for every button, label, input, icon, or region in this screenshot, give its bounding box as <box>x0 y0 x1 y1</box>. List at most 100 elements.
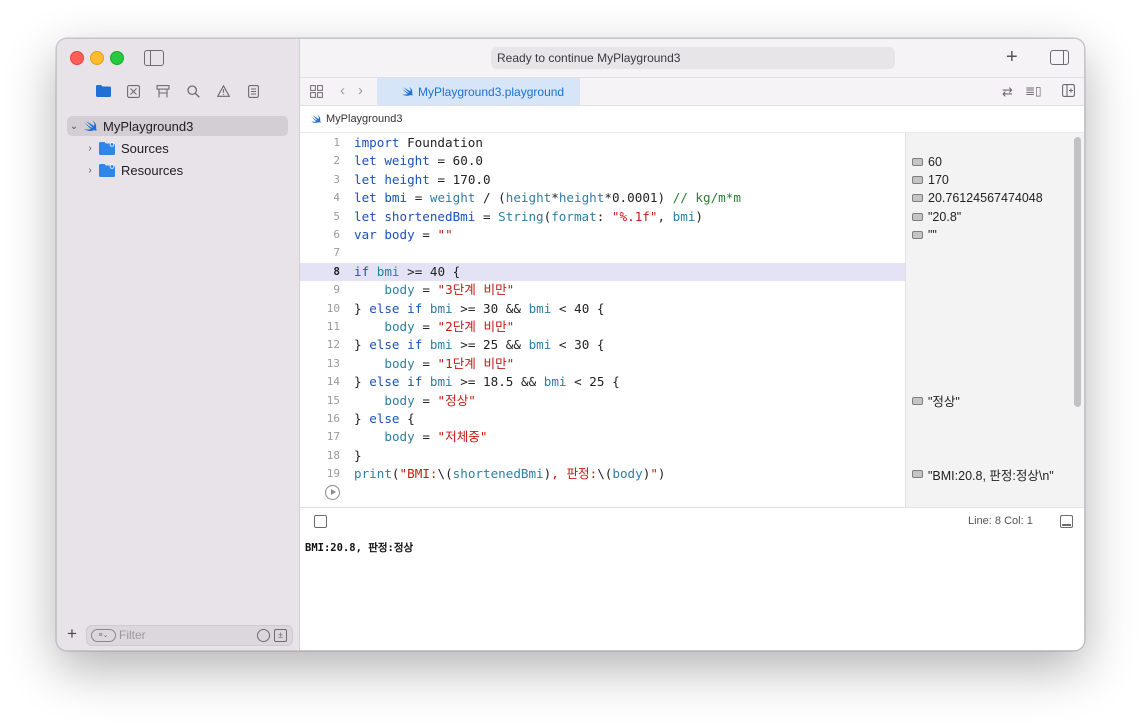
warning-icon[interactable] <box>215 83 231 99</box>
minimize-window-button[interactable] <box>90 51 104 65</box>
swift-icon <box>84 120 97 131</box>
code-line[interactable]: 14 } else if bmi >= 18.5 && bmi < 25 { <box>300 373 905 391</box>
result-row[interactable]: "20.8" <box>912 208 961 226</box>
quick-look-icon[interactable] <box>912 231 923 240</box>
hierarchy-icon[interactable] <box>155 83 171 99</box>
line-number: 12 <box>326 338 340 352</box>
result-row[interactable]: 20.76124567474048 <box>912 189 1043 207</box>
add-library-button[interactable]: + <box>1006 47 1018 67</box>
code-line[interactable]: 1 import Foundation <box>300 134 905 152</box>
result-value: 60 <box>928 154 942 169</box>
folder-icon <box>99 141 115 155</box>
code-line[interactable]: 9 body = "3단계 비만" <box>300 281 905 299</box>
add-icon[interactable]: + <box>67 624 77 644</box>
code-line[interactable]: 19 print("BMI:\(shortenedBmi), 판정:\(body)… <box>300 465 905 483</box>
quick-look-icon[interactable] <box>912 396 923 405</box>
code-text: let bmi = weight / (height*height*0.0001… <box>354 190 741 206</box>
code-line[interactable]: 8 if bmi >= 40 { <box>300 262 905 282</box>
quick-look-icon[interactable] <box>912 175 923 184</box>
editor-options-icon[interactable]: ≣▯ <box>1025 84 1042 98</box>
chevron-down-icon[interactable]: ⌄ <box>67 121 81 132</box>
result-row[interactable]: 170 <box>912 171 949 189</box>
result-row[interactable]: "정상" <box>912 392 960 410</box>
source-control-icon[interactable] <box>125 83 141 99</box>
code-line[interactable]: 15 body = "정상" <box>300 392 905 410</box>
quick-look-icon[interactable] <box>912 212 923 221</box>
result-row[interactable]: "" <box>912 226 937 244</box>
code-line[interactable]: 17 body = "저체중" <box>300 428 905 446</box>
code-line[interactable]: 13 body = "1단계 비만" <box>300 355 905 373</box>
console-toggle-icon[interactable] <box>1060 515 1073 528</box>
tree-item-label: Resources <box>121 162 184 178</box>
code-editor[interactable]: 1 import Foundation 2 let weight = 60.0 3 let… <box>300 133 905 507</box>
tab-myplayground3[interactable]: MyPlayground3.playground <box>377 78 580 105</box>
quick-look-icon[interactable] <box>912 470 923 479</box>
editor-scrollbar[interactable] <box>1071 133 1084 507</box>
recent-files-icon[interactable] <box>257 629 270 642</box>
chevron-right-icon[interactable]: › <box>83 143 97 154</box>
filter-options-icon[interactable]: ≡⌄ <box>91 629 116 642</box>
code-line[interactable]: 4 let bmi = weight / (height*height*0.000… <box>300 189 905 207</box>
tree-item-sources[interactable]: › Sources <box>83 138 168 158</box>
code-line[interactable]: 3 let height = 170.0 <box>300 171 905 189</box>
code-text: let height = 170.0 <box>354 171 491 187</box>
line-number: 13 <box>326 356 340 370</box>
xcode-window: ⌄ MyPlayground3 › Sources › Resources + … <box>56 38 1085 651</box>
result-value: 170 <box>928 172 949 187</box>
inspector-toggle-icon[interactable] <box>1050 50 1069 65</box>
tree-item-resources[interactable]: › Resources <box>83 160 183 180</box>
code-line[interactable]: 7 <box>300 244 905 262</box>
zoom-window-button[interactable] <box>110 51 124 65</box>
tree-item-myplayground3[interactable]: ⌄ MyPlayground3 <box>67 116 288 136</box>
filter-scope-icon[interactable]: ± <box>274 629 287 642</box>
close-window-button[interactable] <box>70 51 84 65</box>
code-line[interactable]: 12} else if bmi >= 25 && bmi < 30 { <box>300 336 905 354</box>
related-items-icon[interactable] <box>310 85 323 101</box>
line-number: 9 <box>333 283 340 297</box>
code-line[interactable]: 6 var body = "" <box>300 226 905 244</box>
filter-bar: + ≡⌄ Filter ± <box>57 620 299 650</box>
run-playground-icon[interactable] <box>325 485 340 500</box>
line-number: 2 <box>333 154 340 168</box>
back-arrow-icon[interactable]: ‹ <box>340 82 345 99</box>
result-value: "정상" <box>928 395 960 410</box>
code-text: let shortenedBmi = String(format: "%.1f"… <box>354 208 703 224</box>
chevron-right-icon[interactable]: › <box>83 165 97 176</box>
code-text: body = "정상" <box>384 392 476 408</box>
navigator-tabs <box>57 79 299 105</box>
console-area[interactable]: BMI:20.8, 판정:정상 <box>300 536 1084 650</box>
code-line[interactable]: 2 let weight = 60.0 <box>300 152 905 170</box>
code-text: let weight = 60.0 <box>354 153 483 169</box>
scroll-thumb[interactable] <box>1074 137 1081 407</box>
navigator-sidebar: ⌄ MyPlayground3 › Sources › Resources + … <box>57 39 300 650</box>
result-value: "" <box>928 228 937 243</box>
show-debug-area-checkbox[interactable] <box>314 515 327 528</box>
line-column-info: Line: 8 Col: 1 <box>968 515 1033 527</box>
breadcrumb[interactable]: MyPlayground3 <box>326 113 402 125</box>
code-line[interactable]: 16} else { <box>300 410 905 428</box>
result-row[interactable]: 60 <box>912 152 942 170</box>
add-editor-icon[interactable] <box>1062 84 1075 100</box>
search-icon[interactable] <box>185 83 201 99</box>
code-line[interactable]: 10} else if bmi >= 30 && bmi < 40 { <box>300 300 905 318</box>
code-line[interactable]: 5 let shortenedBmi = String(format: "%.1f… <box>300 208 905 226</box>
sidebar-toggle-icon[interactable] <box>144 50 164 66</box>
list-icon[interactable] <box>245 83 261 99</box>
code-line[interactable]: 11 body = "2단계 비만" <box>300 318 905 336</box>
code-line[interactable]: 18} <box>300 447 905 465</box>
result-row[interactable]: "BMI:20.8, 판정:정상\n" <box>912 465 1054 483</box>
code-text: import Foundation <box>354 135 483 150</box>
results-sidebar: 60 170 20.76124567474048 "20.8" "" "정상" "BMI:2… <box>905 133 1072 507</box>
swap-icon[interactable]: ⇄ <box>1002 84 1013 100</box>
quick-look-icon[interactable] <box>912 194 923 203</box>
line-number: 18 <box>326 448 340 462</box>
line-number: 1 <box>333 136 340 149</box>
forward-arrow-icon[interactable]: › <box>358 82 363 99</box>
line-number: 14 <box>326 375 340 389</box>
folder-icon[interactable] <box>95 83 111 99</box>
result-value: "BMI:20.8, 판정:정상\n" <box>928 468 1054 483</box>
quick-look-icon[interactable] <box>912 157 923 166</box>
code-text: body = "1단계 비만" <box>384 355 515 371</box>
filter-input[interactable]: ≡⌄ Filter ± <box>86 625 293 646</box>
code-text: } else if bmi >= 18.5 && bmi < 25 { <box>354 374 620 390</box>
